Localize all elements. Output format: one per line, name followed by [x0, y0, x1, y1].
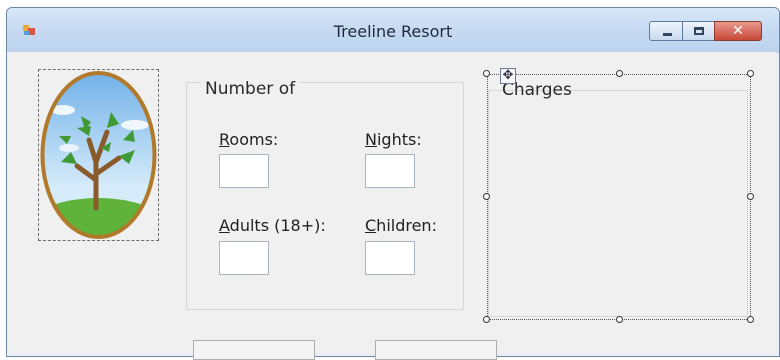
resize-handle-top-left[interactable]	[483, 70, 490, 77]
rooms-textbox[interactable]	[219, 154, 269, 188]
number-of-groupbox	[186, 82, 464, 310]
nights-textbox[interactable]	[365, 154, 415, 188]
nights-label: Nights:	[365, 130, 422, 149]
resize-handle-top-right[interactable]	[747, 70, 754, 77]
resize-handle-bottom-right[interactable]	[747, 316, 754, 323]
resize-handle-bottom-left[interactable]	[483, 316, 490, 323]
resize-handle-bottom[interactable]	[616, 316, 623, 323]
resize-handle-right[interactable]	[747, 193, 754, 200]
tree-picture-box[interactable]	[38, 69, 159, 241]
adults-textbox[interactable]	[219, 241, 269, 275]
resize-handle-top[interactable]	[616, 70, 623, 77]
bottom-button-right[interactable]	[375, 340, 497, 360]
children-label: Children:	[365, 216, 437, 235]
form-client-area: Number of Rooms: Nights: Adults (18+): C…	[0, 0, 780, 360]
move-handle-icon[interactable]: ✥	[500, 68, 516, 84]
adults-label: Adults (18+):	[219, 216, 326, 235]
rooms-label: Rooms:	[219, 130, 279, 149]
number-of-legend: Number of	[201, 79, 300, 99]
tree-picture	[40, 71, 157, 239]
bottom-button-left[interactable]	[193, 340, 315, 360]
resize-handle-left[interactable]	[483, 193, 490, 200]
selection-frame	[487, 74, 751, 320]
children-textbox[interactable]	[365, 241, 415, 275]
